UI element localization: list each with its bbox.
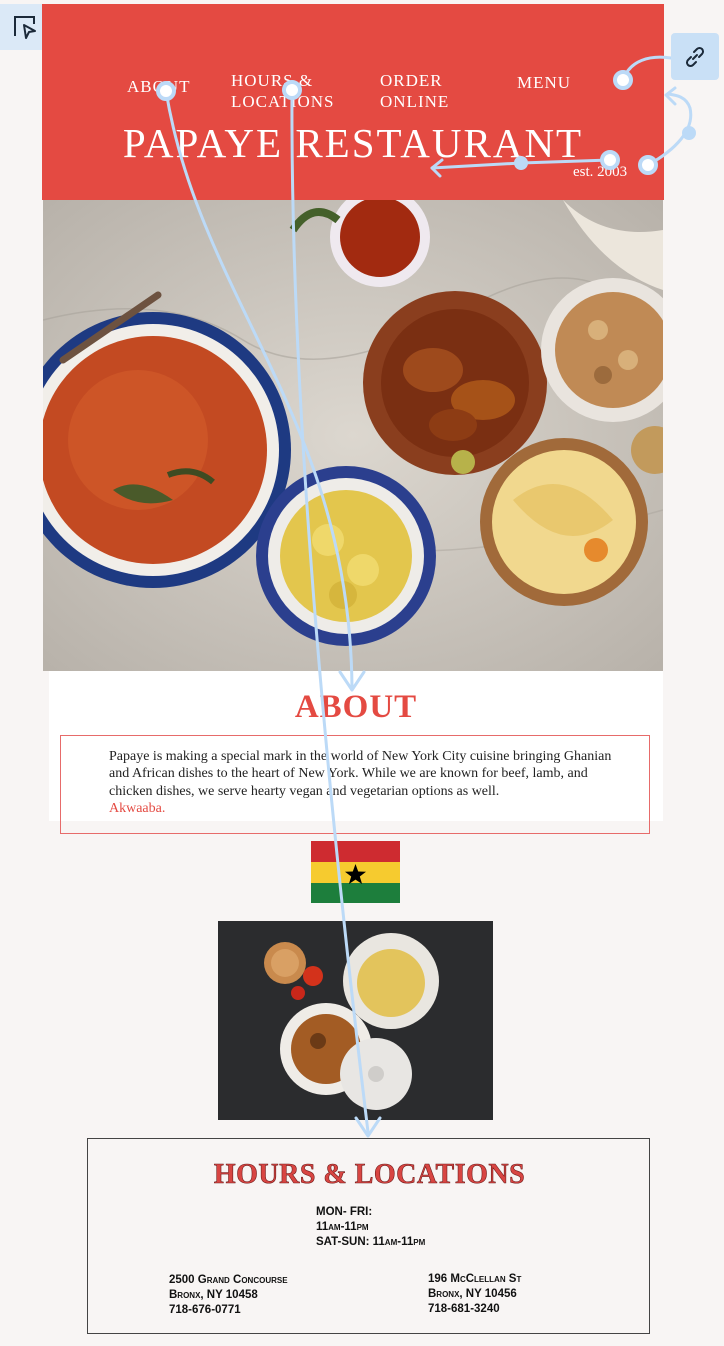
nav-order-label-line1: ORDER [380, 71, 443, 90]
about-text-box: Papaye is making a special mark in the w… [60, 735, 650, 834]
nav-hours-label-line1: HOURS & [231, 71, 314, 90]
weekday-time: 11am-11pm [316, 1221, 369, 1233]
about-body: Papaye is making a special mark in the w… [109, 749, 612, 799]
link-button[interactable] [671, 33, 719, 80]
location-city: Bronx, NY 10456 [428, 1288, 517, 1300]
nav-hours-label-line2: LOCATIONS [231, 92, 335, 111]
nav-menu[interactable]: MENU [517, 72, 571, 93]
site-header: ABOUT HOURS & LOCATIONS ORDER ONLINE MEN… [42, 4, 664, 200]
nav-about-label: ABOUT [127, 77, 191, 96]
hours-schedule: MON- FRI: 11am-11pm SAT-SUN: 11am-11pm [316, 1205, 425, 1250]
nav-menu-label: MENU [517, 73, 572, 92]
location-grand-concourse: 2500 Grand Concourse Bronx, NY 10458 718… [169, 1273, 288, 1318]
about-paragraph: Papaye is making a special mark in the w… [109, 748, 629, 818]
hours-locations-section: HOURS & LOCATIONS MON- FRI: 11am-11pm SA… [87, 1138, 650, 1334]
nav-order-label-line2: ONLINE [380, 92, 450, 111]
restaurant-name: PAPAYE RESTAURANT [122, 120, 584, 166]
hours-heading: HOURS & LOCATIONS [213, 1159, 526, 1191]
cursor-select-icon [14, 16, 36, 39]
hero-food-image [43, 200, 663, 671]
nav-hours-locations[interactable]: HOURS & LOCATIONS [231, 70, 334, 112]
nav-about[interactable]: ABOUT [127, 76, 191, 97]
location-phone[interactable]: 718-681-3240 [428, 1302, 521, 1317]
location-street: 196 McClellan St [428, 1273, 522, 1285]
about-heading: ABOUT [294, 689, 418, 725]
location-street: 2500 Grand Concourse [169, 1274, 288, 1286]
established-year: est. 2003 [573, 164, 628, 180]
soup-dish-image [218, 921, 493, 1120]
hours-arrow-head [354, 1116, 382, 1138]
link-icon [685, 46, 705, 67]
weekday-label: MON- FRI: [316, 1206, 373, 1218]
weekend-hours: SAT-SUN: 11am-11pm [316, 1236, 426, 1248]
location-city: Bronx, NY 10458 [169, 1289, 258, 1301]
nav-order-online[interactable]: ORDER ONLINE [380, 70, 449, 112]
location-phone[interactable]: 718-676-0771 [169, 1303, 288, 1318]
location-mcclellan: 196 McClellan St Bronx, NY 10456 718-681… [428, 1272, 521, 1317]
ghana-flag-image [311, 841, 400, 903]
about-highlight: Akwaaba. [109, 801, 166, 817]
